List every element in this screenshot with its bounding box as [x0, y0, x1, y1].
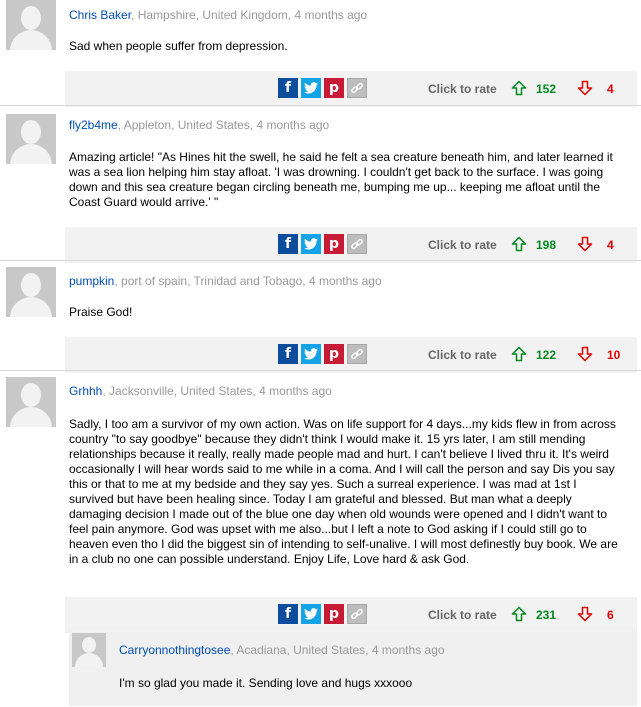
comment-meta: fly2b4me, Appleton, United States, 4 mon…: [69, 118, 329, 132]
author-location: , port of spain, Trinidad and Tobago, 4 …: [114, 274, 382, 288]
comment: Chris Baker, Hampshire, United Kingdom, …: [0, 0, 641, 107]
avatar: [6, 377, 56, 427]
upvote-count: 152: [536, 82, 557, 96]
reply-comment: Carryonnothingtosee, Acadiana, United St…: [69, 627, 637, 706]
link-share-icon[interactable]: [347, 78, 367, 98]
comment-text: Praise God!: [69, 305, 133, 319]
twitter-share-icon[interactable]: [301, 604, 321, 624]
click-to-rate-label: Click to rate: [428, 238, 497, 252]
author-name[interactable]: Carryonnothingtosee: [119, 643, 230, 657]
twitter-share-icon[interactable]: [301, 234, 321, 254]
upvote-count: 122: [536, 348, 557, 362]
facebook-share-icon[interactable]: f: [278, 78, 298, 98]
comment-meta: Grhhh, Jacksonville, United States, 4 mo…: [69, 384, 332, 398]
downvote-count: 6: [607, 608, 614, 622]
comment-action-bar: f p Click to rate 152 4: [65, 71, 637, 107]
link-share-icon[interactable]: [347, 344, 367, 364]
upvote-count: 231: [536, 608, 557, 622]
avatar: [6, 0, 56, 50]
thumb-down-arrow-icon[interactable]: [577, 606, 593, 622]
pinterest-share-icon[interactable]: p: [324, 78, 344, 98]
comment-text: Sad when people suffer from depression.: [69, 39, 288, 53]
thumb-up-arrow-icon[interactable]: [511, 80, 527, 96]
thumb-up-arrow-icon[interactable]: [511, 606, 527, 622]
downvote-count: 4: [607, 238, 614, 252]
comment-action-bar: f p Click to rate 122 10: [65, 337, 637, 373]
comment-meta: pumpkin, port of spain, Trinidad and Tob…: [69, 274, 382, 288]
downvote-count: 4: [607, 82, 614, 96]
twitter-share-icon[interactable]: [301, 78, 321, 98]
pinterest-share-icon[interactable]: p: [324, 234, 344, 254]
click-to-rate-label: Click to rate: [428, 348, 497, 362]
author-location: , Hampshire, United Kingdom, 4 months ag…: [131, 8, 368, 22]
pinterest-share-icon[interactable]: p: [324, 344, 344, 364]
author-name[interactable]: Grhhh: [69, 384, 102, 398]
reply-meta: Carryonnothingtosee, Acadiana, United St…: [119, 643, 445, 657]
facebook-share-icon[interactable]: f: [278, 344, 298, 364]
downvote-count: 10: [607, 348, 621, 362]
comment-meta: Chris Baker, Hampshire, United Kingdom, …: [69, 8, 367, 22]
facebook-share-icon[interactable]: f: [278, 604, 298, 624]
thumb-down-arrow-icon[interactable]: [577, 236, 593, 252]
comment: pumpkin, port of spain, Trinidad and Tob…: [0, 260, 641, 373]
avatar: [72, 633, 106, 667]
author-location: , Appleton, United States, 4 months ago: [117, 118, 330, 132]
comment-text: Sadly, I too am a survivor of my own act…: [69, 417, 618, 566]
link-share-icon[interactable]: [347, 234, 367, 254]
upvote-count: 198: [536, 238, 557, 252]
thumb-up-arrow-icon[interactable]: [511, 346, 527, 362]
author-name[interactable]: pumpkin: [69, 274, 114, 288]
thumb-down-arrow-icon[interactable]: [577, 346, 593, 362]
comment-text: Amazing article! "As Hines hit the swell…: [69, 150, 613, 209]
thumb-down-arrow-icon[interactable]: [577, 80, 593, 96]
comment: fly2b4me, Appleton, United States, 4 mon…: [0, 105, 641, 263]
thumb-up-arrow-icon[interactable]: [511, 236, 527, 252]
avatar: [6, 267, 56, 317]
avatar: [6, 114, 56, 164]
author-location: , Jacksonville, United States, 4 months …: [102, 384, 332, 398]
link-share-icon[interactable]: [347, 604, 367, 624]
author-name[interactable]: Chris Baker: [69, 8, 131, 22]
comment-action-bar: f p Click to rate 198 4: [65, 227, 637, 263]
pinterest-share-icon[interactable]: p: [324, 604, 344, 624]
reply-text: I'm so glad you made it. Sending love an…: [119, 676, 413, 690]
twitter-share-icon[interactable]: [301, 344, 321, 364]
author-name[interactable]: fly2b4me: [69, 118, 118, 132]
author-location: , Acadiana, United States, 4 months ago: [230, 643, 445, 657]
facebook-share-icon[interactable]: f: [278, 234, 298, 254]
click-to-rate-label: Click to rate: [428, 608, 497, 622]
click-to-rate-label: Click to rate: [428, 82, 497, 96]
